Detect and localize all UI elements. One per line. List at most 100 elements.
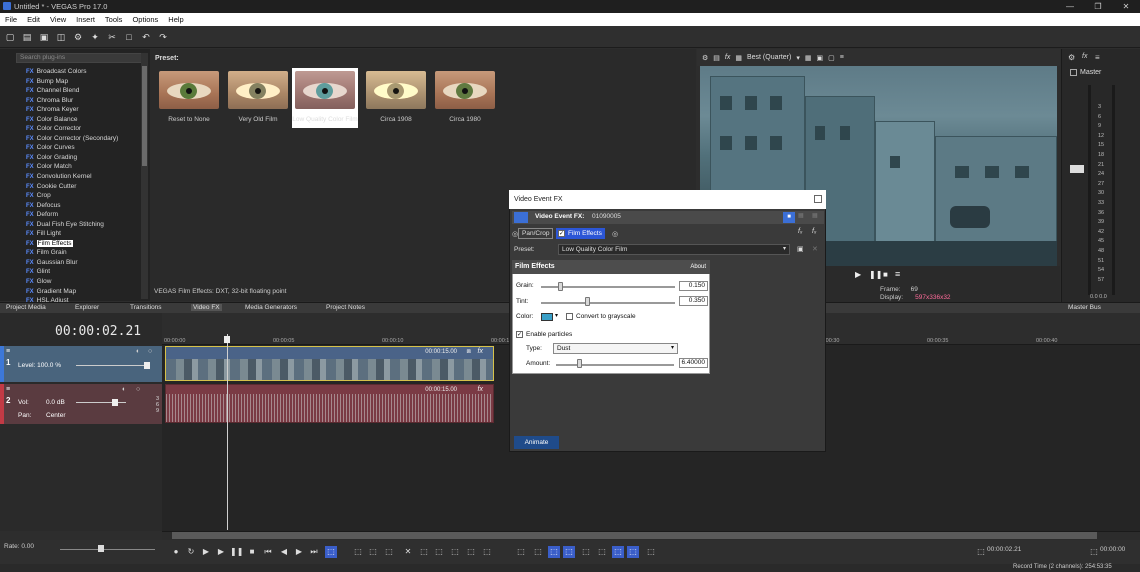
preview-settings-gear-icon[interactable]: ⚙ bbox=[702, 54, 708, 62]
menu-options[interactable]: Options bbox=[127, 13, 163, 26]
render-icon[interactable]: ◫ bbox=[54, 30, 68, 44]
auto-ripple-icon[interactable]: ⬚ bbox=[515, 546, 527, 558]
grayscale-checkbox[interactable] bbox=[566, 313, 573, 320]
cut-icon[interactable]: ✂ bbox=[105, 30, 119, 44]
lock-icon[interactable]: ⬚ bbox=[449, 546, 461, 558]
tint-value-input[interactable]: 0.350 bbox=[679, 296, 708, 306]
preview-save-icon[interactable]: ▢ bbox=[828, 54, 835, 62]
audio-track-mute-icon[interactable]: ○ bbox=[136, 386, 140, 393]
video-track-mute-icon[interactable]: ○ bbox=[148, 348, 152, 355]
amount-slider-knob[interactable] bbox=[577, 359, 582, 368]
tint-slider-track[interactable] bbox=[541, 302, 675, 304]
audio-vol-slider-track[interactable] bbox=[76, 402, 126, 403]
marker-icon[interactable]: ⬚ bbox=[465, 546, 477, 558]
event-toggle-icon[interactable]: ■ bbox=[783, 212, 795, 223]
video-level-slider-knob[interactable] bbox=[144, 362, 150, 369]
video-track-header[interactable]: ≡ 1 ◐ ○ Level: 100.0 % bbox=[4, 346, 162, 382]
save-preset-icon[interactable]: ▣ bbox=[797, 245, 804, 253]
normal-edit-tool-icon[interactable]: ⬚ bbox=[325, 546, 337, 558]
event-grid-icon[interactable]: ▦ bbox=[812, 212, 818, 219]
tab-master-bus[interactable]: Master Bus bbox=[1068, 304, 1101, 311]
preview-copy-icon[interactable]: ▤ bbox=[713, 54, 720, 62]
plugin-list-item[interactable]: FX Color Grading bbox=[26, 153, 141, 163]
animate-button[interactable]: Animate bbox=[514, 436, 559, 449]
preview-menu-icon[interactable]: ≡ bbox=[840, 54, 844, 61]
rate-slider-track[interactable] bbox=[60, 549, 155, 550]
plugin-list-item[interactable]: FX Color Corrector bbox=[26, 124, 141, 134]
master-fader[interactable] bbox=[1070, 165, 1084, 173]
maximize-icon[interactable]: ❐ bbox=[1084, 0, 1112, 13]
tab-video-fx[interactable]: Video FX bbox=[191, 304, 222, 311]
tab-media-generators[interactable]: Media Generators bbox=[245, 304, 297, 311]
split-icon[interactable]: ⬚ bbox=[433, 546, 445, 558]
chain-enable-checkbox[interactable]: ✓ bbox=[558, 230, 565, 237]
plugin-list-item[interactable]: FX Film Grain bbox=[26, 248, 141, 258]
video-track-motion-icon[interactable]: ◐ bbox=[136, 348, 140, 355]
chevron-down-icon[interactable]: ▾ bbox=[796, 54, 800, 62]
master-settings-gear-icon[interactable]: ⚙ bbox=[1068, 53, 1075, 62]
color-swatch[interactable] bbox=[541, 313, 553, 321]
preset-thumbnail[interactable]: Low Quality Color Film bbox=[292, 68, 358, 128]
plugin-scrollbar-thumb[interactable] bbox=[142, 66, 147, 166]
rate-slider-knob[interactable] bbox=[98, 545, 104, 552]
save-icon[interactable]: ▣ bbox=[37, 30, 51, 44]
enable-particles-checkbox[interactable]: ✓ bbox=[516, 331, 523, 338]
event-fx-icon[interactable]: fx bbox=[478, 348, 483, 355]
envelope-tool-icon[interactable]: ⬚ bbox=[352, 546, 364, 558]
menu-insert[interactable]: Insert bbox=[71, 13, 100, 26]
snap-icon[interactable]: ⬚ bbox=[532, 546, 544, 558]
timeline-option-icon[interactable]: ⬚ bbox=[627, 546, 639, 558]
master-fx-icon[interactable]: fx bbox=[1082, 53, 1087, 60]
audio-track-menu-icon[interactable]: ≡ bbox=[6, 386, 10, 393]
plugin-list-item[interactable]: FX Bump Map bbox=[26, 77, 141, 87]
timeline-scrollbar-thumb[interactable] bbox=[172, 532, 1097, 539]
preview-split-icon[interactable]: ▦ bbox=[735, 54, 742, 62]
play-icon[interactable]: ▶ bbox=[215, 546, 227, 558]
video-level-slider-track[interactable] bbox=[76, 365, 146, 366]
selection-start-icon[interactable]: ⬚ bbox=[1088, 546, 1100, 558]
preset-thumbnail[interactable]: Very Old Film bbox=[225, 68, 291, 128]
pan-crop-icon[interactable]: ⧈ bbox=[467, 348, 471, 356]
record-icon[interactable]: ● bbox=[170, 546, 182, 558]
plugin-search-input[interactable]: Search plug-ins bbox=[16, 53, 146, 63]
menu-file[interactable]: File bbox=[0, 13, 22, 26]
audio-track-header[interactable]: ≡ 2 ◐ ○ Vol: 0.0 dB Pan: Center 3 6 9 bbox=[4, 384, 162, 424]
go-to-start-icon[interactable]: ⏮ bbox=[262, 546, 274, 558]
plugin-list-item[interactable]: FX Broadcast Colors bbox=[26, 67, 141, 77]
marker-position-icon[interactable]: ⬚ bbox=[975, 546, 987, 558]
preset-select[interactable]: Low Quality Color Film ▾ bbox=[558, 244, 790, 255]
plugin-list-item[interactable]: FX Color Corrector (Secondary) bbox=[26, 134, 141, 144]
open-folder-icon[interactable]: ▤ bbox=[20, 30, 34, 44]
plugin-list-item[interactable]: FX Gradient Map bbox=[26, 287, 141, 297]
plugin-list-item[interactable]: FX Cookie Cutter bbox=[26, 182, 141, 192]
preset-thumbnail[interactable]: Reset to None bbox=[156, 68, 222, 128]
more-tools-icon[interactable]: ⬚ bbox=[645, 546, 657, 558]
grain-value-input[interactable]: 0.150 bbox=[679, 281, 708, 291]
loop-icon[interactable]: ↻ bbox=[185, 546, 197, 558]
preview-pause-icon[interactable]: ❚❚ bbox=[869, 270, 882, 279]
tab-transitions[interactable]: Transitions bbox=[130, 304, 162, 311]
master-menu-icon[interactable]: ≡ bbox=[1095, 53, 1100, 62]
properties-gear-icon[interactable]: ⚙ bbox=[71, 30, 85, 44]
menu-tools[interactable]: Tools bbox=[100, 13, 128, 26]
lock-envelopes-icon[interactable]: ⬚ bbox=[563, 546, 575, 558]
color-picker-arrow-icon[interactable]: ▾ bbox=[555, 312, 558, 319]
chain-film-effects[interactable]: ✓ Film Effects bbox=[556, 228, 605, 239]
close-icon[interactable]: ✕ bbox=[1112, 0, 1140, 13]
ignore-grouping-icon[interactable]: ⬚ bbox=[548, 546, 560, 558]
audio-event-fx-icon[interactable]: fx bbox=[478, 386, 483, 393]
menu-edit[interactable]: Edit bbox=[22, 13, 45, 26]
region-icon[interactable]: ⬚ bbox=[481, 546, 493, 558]
selection-tool-icon[interactable]: ⬚ bbox=[367, 546, 379, 558]
plugin-list-item[interactable]: FX Color Match bbox=[26, 162, 141, 172]
zoom-tool-icon[interactable]: ⬚ bbox=[383, 546, 395, 558]
audio-event-clip[interactable]: 00:00:15.00 fx bbox=[165, 384, 494, 423]
delete-icon[interactable]: □ bbox=[122, 30, 136, 44]
chain-pan-crop[interactable]: Pan/Crop bbox=[518, 228, 554, 239]
plugin-list-item[interactable]: FX Chroma Blur bbox=[26, 96, 141, 106]
redo-icon[interactable]: ↷ bbox=[156, 30, 170, 44]
plugin-list-item[interactable]: FX Color Balance bbox=[26, 115, 141, 125]
snap-mode-icon[interactable]: ⬚ bbox=[596, 546, 608, 558]
tab-project-media[interactable]: Project Media bbox=[6, 304, 46, 311]
snap-icon[interactable]: ✦ bbox=[88, 30, 102, 44]
